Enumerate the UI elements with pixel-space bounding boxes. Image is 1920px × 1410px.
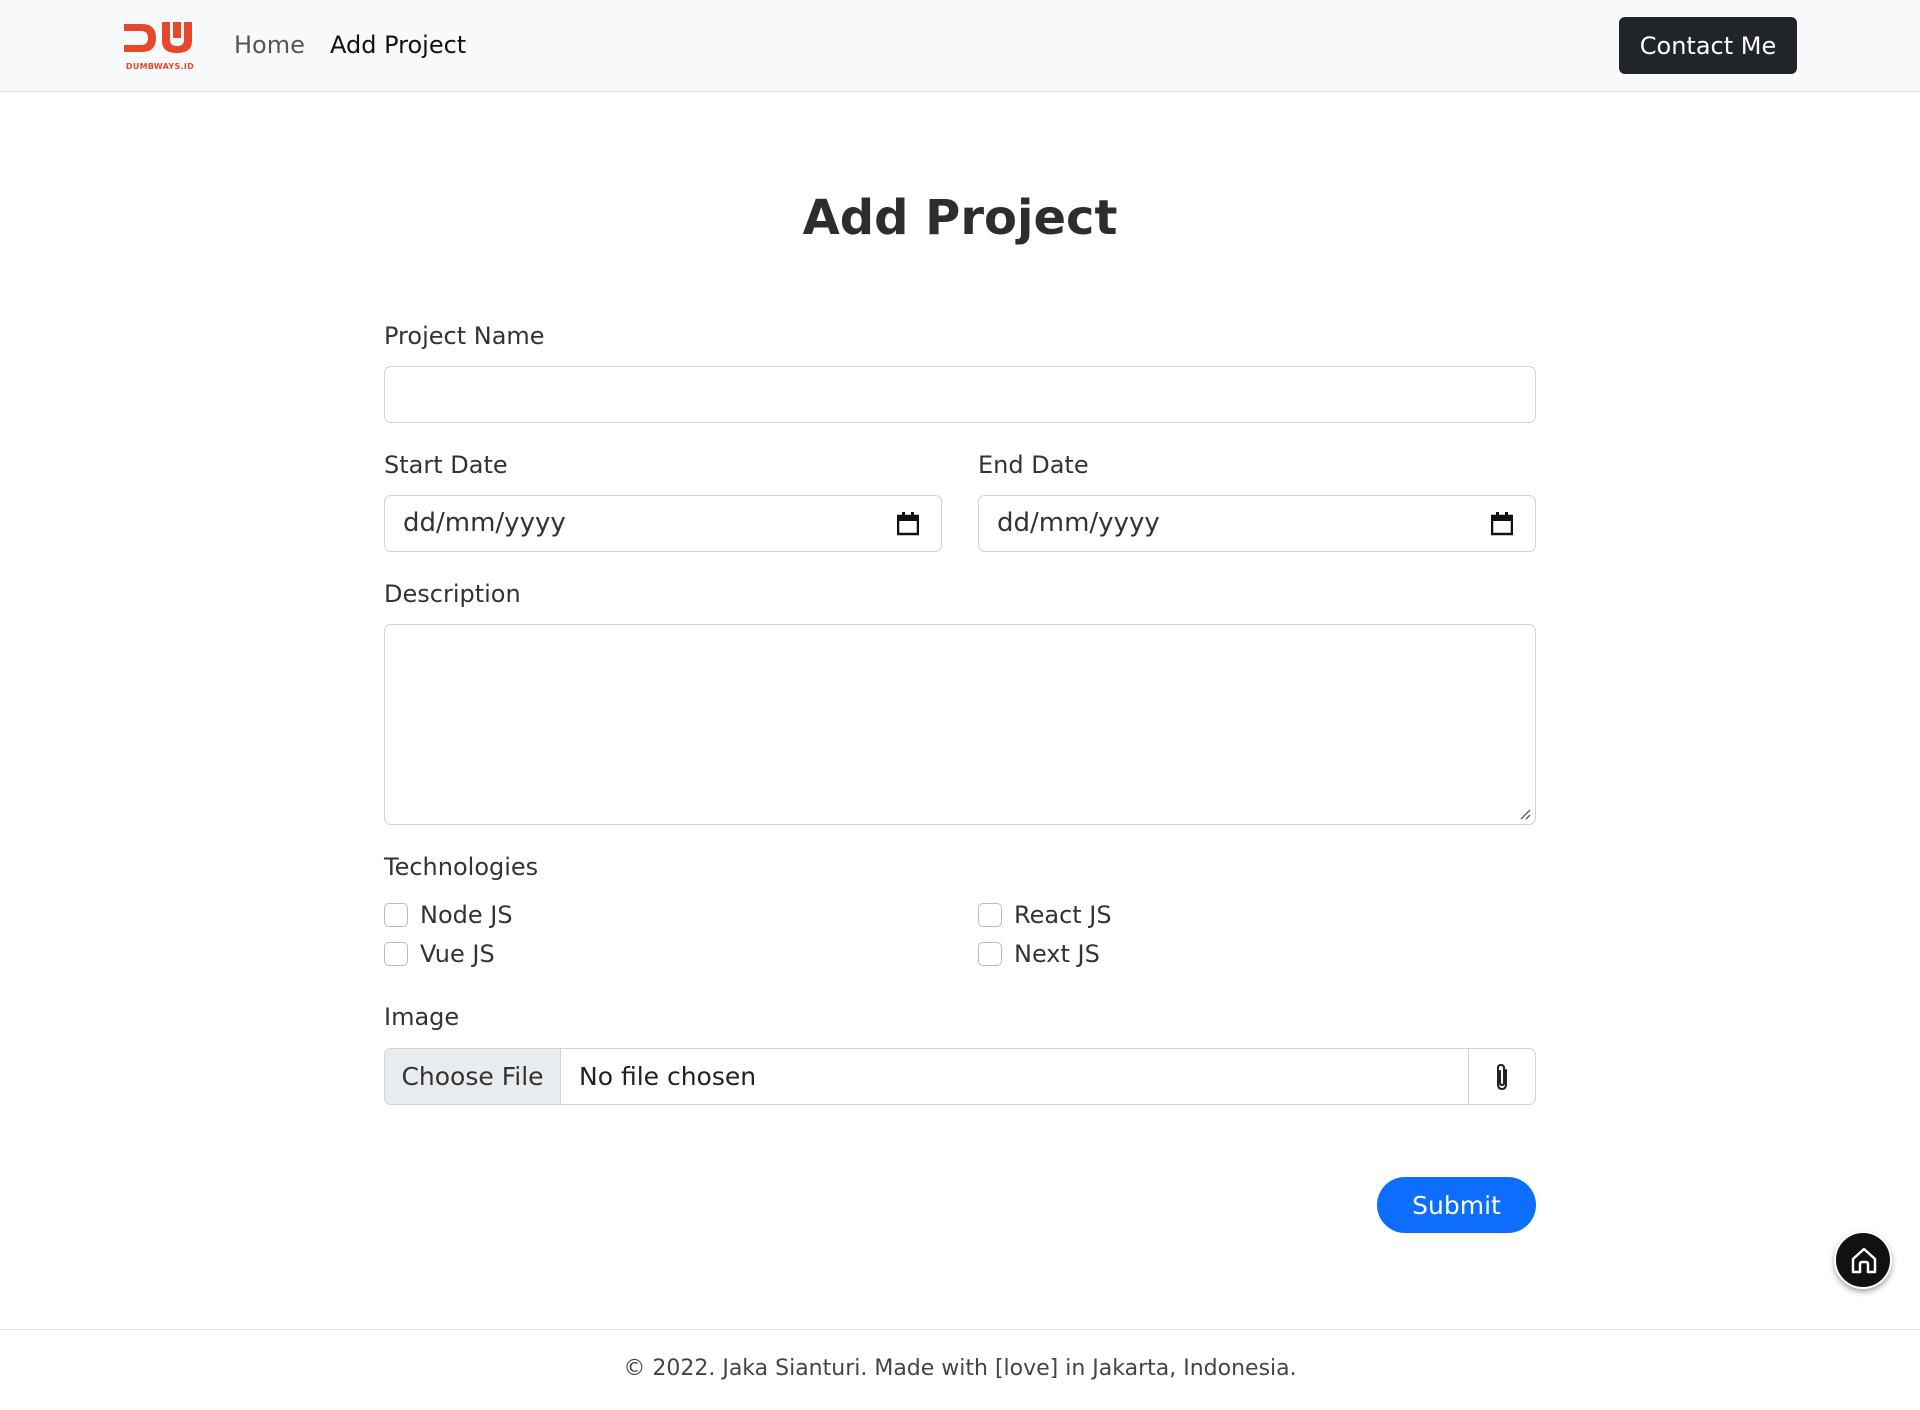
logo-text: DUMBWAYS.ID	[125, 62, 195, 71]
choose-file-button[interactable]: Choose File	[385, 1049, 561, 1104]
tech-option-next-js[interactable]: Next JS	[978, 938, 1100, 970]
image-label: Image	[384, 1003, 460, 1031]
tech-option-node-js[interactable]: Node JS	[384, 899, 513, 931]
page-title: Add Project	[802, 190, 1118, 246]
technologies-label: Technologies	[384, 853, 539, 881]
react-js-label: React JS	[1014, 901, 1112, 929]
next-js-label: Next JS	[1014, 940, 1100, 968]
paperclip-icon	[1497, 1063, 1507, 1091]
vue-js-checkbox[interactable]	[384, 942, 408, 966]
logo-mark-icon	[124, 22, 192, 53]
calendar-icon[interactable]	[1491, 512, 1513, 536]
nav-link-add-project[interactable]: Add Project	[330, 28, 466, 62]
dumbways-logo[interactable]: DUMBWAYS.ID	[122, 18, 198, 72]
end-date-input[interactable]: dd/mm/yyyy	[978, 495, 1536, 552]
tech-option-vue-js[interactable]: Vue JS	[384, 938, 495, 970]
file-status-text: No file chosen	[579, 1062, 757, 1091]
nav-link-home[interactable]: Home	[234, 28, 305, 62]
home-floating-button[interactable]	[1834, 1231, 1892, 1289]
attach-button[interactable]	[1468, 1049, 1535, 1104]
submit-button[interactable]: Submit	[1377, 1177, 1536, 1233]
node-js-checkbox[interactable]	[384, 903, 408, 927]
footer: © 2022. Jaka Sianturi. Made with [love] …	[0, 1329, 1920, 1410]
project-name-label: Project Name	[384, 322, 545, 350]
resize-handle-icon[interactable]	[1519, 808, 1531, 820]
end-date-value: dd/mm/yyyy	[997, 508, 1160, 538]
home-icon	[1851, 1247, 1877, 1274]
react-js-checkbox[interactable]	[978, 903, 1002, 927]
description-textarea[interactable]	[384, 624, 1536, 825]
node-js-label: Node JS	[420, 901, 513, 929]
contact-me-button[interactable]: Contact Me	[1619, 17, 1797, 74]
start-date-label: Start Date	[384, 451, 508, 479]
calendar-icon[interactable]	[897, 512, 919, 536]
footer-text: © 2022. Jaka Sianturi. Made with [love] …	[623, 1356, 1297, 1381]
navbar: DUMBWAYS.ID Home Add Project Contact Me	[0, 0, 1920, 92]
end-date-label: End Date	[978, 451, 1089, 479]
tech-option-react-js[interactable]: React JS	[978, 899, 1112, 931]
project-name-input[interactable]	[384, 366, 1536, 423]
vue-js-label: Vue JS	[420, 940, 495, 968]
next-js-checkbox[interactable]	[978, 942, 1002, 966]
image-file-input[interactable]: Choose File No file chosen	[384, 1048, 1536, 1105]
description-label: Description	[384, 580, 521, 608]
start-date-value: dd/mm/yyyy	[403, 508, 566, 538]
start-date-input[interactable]: dd/mm/yyyy	[384, 495, 942, 552]
